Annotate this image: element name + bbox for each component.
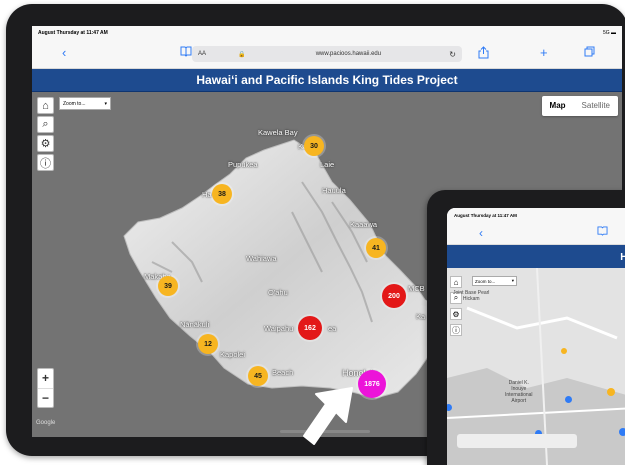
info-icon: ⓘ — [452, 325, 460, 335]
info-button[interactable]: ⓘ — [450, 324, 462, 336]
book-icon[interactable] — [180, 46, 192, 61]
map-marker[interactable] — [561, 348, 567, 354]
place-label: Kawela Bay — [258, 128, 298, 137]
home-icon: ⌂ — [453, 277, 459, 287]
marker-cluster[interactable]: 12 — [198, 334, 218, 354]
chevron-left-icon[interactable]: ‹ — [479, 226, 483, 240]
zoom-in-button[interactable]: + — [38, 369, 53, 389]
info-button[interactable]: ⓘ — [37, 154, 54, 171]
reload-icon[interactable]: ↻ — [449, 50, 456, 59]
place-label: Hauula — [322, 186, 346, 195]
zoom-to-select[interactable]: Zoom to... ▾ — [59, 97, 111, 110]
plus-icon[interactable]: + — [540, 46, 548, 60]
place-label: ea — [328, 324, 337, 333]
marker-cluster[interactable]: 162 — [298, 316, 322, 340]
place-label: Nānākuli — [180, 320, 210, 329]
marker-cluster[interactable]: 41 — [366, 238, 386, 258]
phone-page-title: Ha — [447, 245, 625, 269]
place-label: Pupukea — [228, 160, 258, 169]
phone-device: August Thursday at 11:47 AM ‹ Ha ⌂ ⌕ ⚙ ⓘ… — [427, 190, 625, 465]
phone-bottom-search-field[interactable] — [457, 434, 577, 448]
map-marker[interactable] — [607, 388, 615, 396]
settings-button[interactable]: ⚙ — [450, 308, 462, 320]
text-size-button[interactable]: AA — [198, 51, 238, 57]
phone-map-view[interactable]: ⌂ ⌕ ⚙ ⓘ Zoom to... ▾ Joint Base Pearl Hi… — [447, 268, 625, 465]
status-signal: 5G ▬ — [602, 30, 616, 36]
place-label: Wahiawa — [246, 254, 277, 263]
home-icon: ⌂ — [42, 99, 49, 112]
tabs-icon[interactable] — [584, 46, 595, 60]
place-label: O'ahu — [268, 288, 288, 297]
status-bar: August Thursday at 11:47 AM 5G ▬ — [32, 26, 622, 40]
phone-zoom-to-select[interactable]: Zoom to... ▾ — [472, 276, 517, 286]
place-label: Kaaawa — [350, 220, 378, 229]
book-icon[interactable] — [597, 226, 608, 239]
map-label-airport: Daniel K. Inouye International Airport — [505, 380, 533, 404]
address-bar[interactable]: AA 🔒 www.pacioos.hawaii.edu ↻ — [192, 46, 462, 62]
marker-cluster[interactable]: 45 — [248, 366, 268, 386]
place-label: Beach — [272, 368, 294, 377]
home-button[interactable]: ⌂ — [450, 276, 462, 288]
settings-button[interactable]: ⚙ — [37, 135, 54, 152]
home-button[interactable]: ⌂ — [37, 97, 54, 114]
info-icon: ⓘ — [40, 157, 51, 170]
share-icon[interactable] — [478, 46, 489, 63]
map-label-pearl-hickam: Joint Base Pearl Hickam — [453, 290, 490, 302]
gear-icon: ⚙ — [40, 138, 51, 150]
phone-status-bar: August Thursday at 11:47 AM — [447, 208, 625, 222]
marker-cluster[interactable]: 1876 — [358, 370, 386, 398]
url-text[interactable]: www.pacioos.hawaii.edu — [247, 51, 449, 57]
marker-cluster[interactable]: 38 — [212, 184, 232, 204]
map-type-toggle[interactable]: Map Satellite — [541, 96, 618, 116]
page-title: Hawaiʻi and Pacific Islands King Tides P… — [32, 69, 622, 93]
chevron-down-icon: ▾ — [104, 100, 107, 107]
marker-cluster[interactable]: 200 — [382, 284, 406, 308]
place-label: MCB — [408, 284, 425, 293]
pointer-arrow-icon — [303, 387, 353, 445]
lock-icon: 🔒 — [238, 51, 246, 58]
map-marker[interactable] — [619, 428, 625, 436]
safari-toolbar: ‹ AA 🔒 www.pacioos.hawaii.edu ↻ + — [32, 40, 622, 69]
status-time: August Thursday at 11:47 AM — [38, 30, 108, 36]
google-attribution: Google — [36, 420, 56, 426]
chevron-left-icon[interactable]: ‹ — [62, 46, 66, 60]
map-toggle-satellite[interactable]: Satellite — [574, 96, 618, 116]
chevron-down-icon: ▾ — [511, 278, 514, 283]
phone-screen: August Thursday at 11:47 AM ‹ Ha ⌂ ⌕ ⚙ ⓘ… — [447, 208, 625, 465]
place-label: Kapolei — [220, 350, 246, 359]
place-label: Waipahu — [264, 324, 294, 333]
place-label: Ka — [416, 312, 426, 321]
gear-icon: ⚙ — [452, 309, 460, 319]
map-marker[interactable] — [565, 396, 572, 403]
map-toggle-map[interactable]: Map — [542, 96, 574, 116]
place-label: Laie — [320, 160, 335, 169]
zoom-control[interactable]: + − — [37, 368, 54, 408]
search-icon: ⌕ — [42, 118, 49, 130]
search-button[interactable]: ⌕ — [37, 116, 54, 133]
marker-cluster[interactable]: 39 — [158, 276, 178, 296]
phone-safari-toolbar: ‹ — [447, 222, 625, 245]
marker-cluster[interactable]: 30 — [304, 136, 324, 156]
zoom-out-button[interactable]: − — [38, 389, 53, 408]
